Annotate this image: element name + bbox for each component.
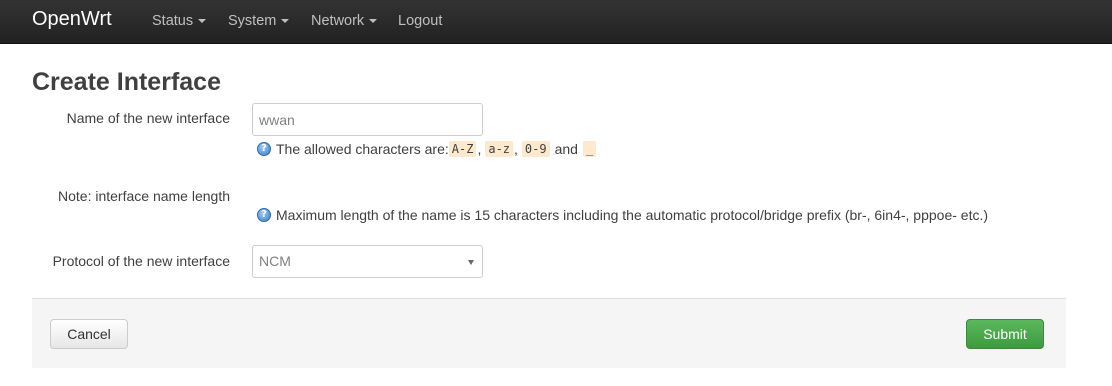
submit-button[interactable]: Submit <box>966 319 1044 349</box>
brand-logo[interactable]: OpenWrt <box>32 8 112 31</box>
nav-system-label: System <box>228 13 277 29</box>
note-label: Note: interface name length <box>58 188 230 204</box>
nav-system-menu[interactable]: System <box>228 13 290 29</box>
nav-network-menu[interactable]: Network <box>311 13 378 29</box>
nav-status-label: Status <box>152 13 194 29</box>
cancel-button[interactable]: Cancel <box>50 319 128 349</box>
caret-down-icon <box>281 19 290 24</box>
top-navbar: OpenWrt Status System Network Logout <box>0 0 1112 44</box>
dropdown-arrow-icon <box>468 260 474 265</box>
nav-logout-link[interactable]: Logout <box>398 13 442 29</box>
allowed-chars-code: _ <box>582 141 597 157</box>
caret-down-icon <box>198 19 207 24</box>
page-title: Create Interface <box>32 68 221 96</box>
protocol-selected-value: NCM <box>259 253 291 269</box>
allowed-chars-code: A-Z <box>448 141 477 157</box>
allowed-chars-code: 0-9 <box>521 141 550 157</box>
help-icon: ? <box>257 208 271 222</box>
nav-status-menu[interactable]: Status <box>152 13 207 29</box>
note-help: ? Maximum length of the name is 15 chara… <box>257 207 988 223</box>
help-text: The allowed characters are: <box>276 141 449 157</box>
protocol-label: Protocol of the new interface <box>52 253 230 269</box>
interface-name-input[interactable] <box>252 103 483 136</box>
protocol-select[interactable]: NCM <box>252 245 483 278</box>
nav-network-label: Network <box>311 13 365 29</box>
help-icon: ? <box>257 142 271 156</box>
form-actions-bar: Cancel Submit <box>32 298 1066 368</box>
allowed-chars-code: a-z <box>485 141 514 157</box>
interface-name-label: Name of the new interface <box>66 110 230 126</box>
caret-down-icon <box>369 19 378 24</box>
note-help-text: Maximum length of the name is 15 charact… <box>276 207 989 223</box>
interface-name-help: ? The allowed characters are: A-Z, a-z, … <box>257 141 597 157</box>
